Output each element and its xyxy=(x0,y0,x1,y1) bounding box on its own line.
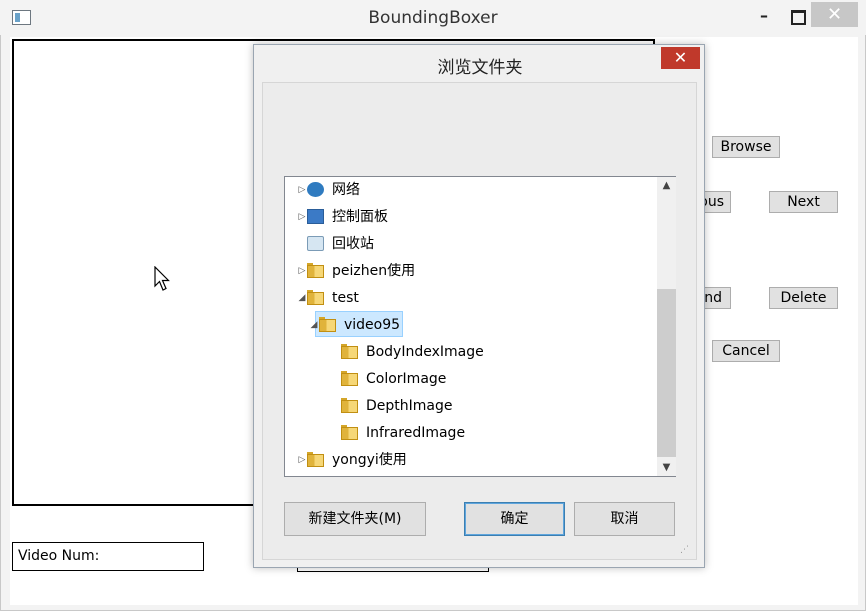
tree-item[interactable]: ▷ peizhen使用 xyxy=(285,258,655,284)
folder-icon xyxy=(307,290,324,305)
video-num-label: Video Num: xyxy=(12,542,204,571)
expand-arrow-icon[interactable]: ▷ xyxy=(297,177,307,203)
scroll-up-icon[interactable]: ▲ xyxy=(657,177,676,194)
tree-item-label: 网络 xyxy=(332,182,360,198)
tree-item-label: peizhen使用 xyxy=(332,263,416,279)
new-folder-button[interactable]: 新建文件夹(M) xyxy=(284,502,426,536)
folder-icon xyxy=(307,263,324,278)
collapse-arrow-icon[interactable]: ◢ xyxy=(309,312,319,338)
minimize-button[interactable]: – xyxy=(750,3,778,29)
control-panel-icon xyxy=(307,209,324,224)
tree-item[interactable]: DepthImage xyxy=(285,393,655,419)
ok-button[interactable]: 确定 xyxy=(464,502,565,536)
window-title: BoundingBoxer xyxy=(368,8,498,28)
folder-icon xyxy=(307,452,324,467)
tree-item[interactable]: ▷ 网络 xyxy=(285,177,655,203)
close-button[interactable]: ✕ xyxy=(811,2,858,27)
tree-item-label: InfraredImage xyxy=(366,425,466,441)
collapse-arrow-icon[interactable]: ◢ xyxy=(297,285,307,311)
network-icon xyxy=(307,182,324,197)
folder-tree[interactable]: ▷ 网络 ▷ 控制面板回收站 ▷ peizhen使用 ◢ test ◢ video95 BodyIn… xyxy=(284,176,676,477)
folder-icon xyxy=(341,371,358,386)
tree-item-label: 控制面板 xyxy=(332,209,388,225)
scroll-down-icon[interactable]: ▼ xyxy=(657,459,676,476)
tree-item-label: yongyi使用 xyxy=(332,452,407,468)
maximize-icon xyxy=(791,10,806,25)
recycle-bin-icon xyxy=(307,236,324,251)
tree-item[interactable]: ▷ 控制面板 xyxy=(285,204,655,230)
tree-item[interactable]: ◢ test xyxy=(285,285,655,311)
tree-item[interactable]: 回收站 xyxy=(285,231,655,257)
mouse-cursor-icon xyxy=(154,266,170,291)
title-bar[interactable]: BoundingBoxer – ✕ xyxy=(0,0,866,35)
dialog-title: 浏览文件夹 xyxy=(437,58,523,78)
tree-scrollbar[interactable]: ▲ ▼ xyxy=(657,177,676,476)
expand-arrow-icon[interactable]: ▷ xyxy=(297,204,307,230)
browse-button[interactable]: Browse xyxy=(712,136,780,158)
next-button[interactable]: Next xyxy=(769,191,838,213)
expand-arrow-icon[interactable]: ▷ xyxy=(297,447,307,473)
folder-icon xyxy=(319,317,336,332)
tree-item[interactable]: ▷ yongyi使用 xyxy=(285,447,655,473)
tree-item[interactable]: ColorImage xyxy=(285,366,655,392)
tree-item-label: 回收站 xyxy=(332,236,374,252)
tree-item[interactable]: ◢ video95 xyxy=(285,312,655,338)
tree-item-label: test xyxy=(332,290,359,306)
folder-icon xyxy=(341,425,358,440)
tree-item-label: ColorImage xyxy=(366,371,447,387)
tree-item[interactable]: BodyIndexImage xyxy=(285,339,655,365)
scroll-thumb[interactable] xyxy=(657,289,676,457)
maximize-button[interactable] xyxy=(783,3,811,29)
tree-item-label: BodyIndexImage xyxy=(366,344,484,360)
tree-item-label: DepthImage xyxy=(366,398,453,414)
expand-arrow-icon[interactable]: ▷ xyxy=(297,258,307,284)
resize-grip-icon[interactable]: ⋰ xyxy=(680,545,694,559)
folder-icon xyxy=(341,398,358,413)
cancel-button[interactable]: Cancel xyxy=(712,340,780,362)
dialog-cancel-button[interactable]: 取消 xyxy=(574,502,675,536)
tree-item[interactable]: InfraredImage xyxy=(285,420,655,446)
dialog-close-button[interactable]: ✕ xyxy=(661,47,700,69)
tree-item-label: video95 xyxy=(344,317,401,333)
delete-button[interactable]: Delete xyxy=(769,287,838,309)
folder-icon xyxy=(341,344,358,359)
